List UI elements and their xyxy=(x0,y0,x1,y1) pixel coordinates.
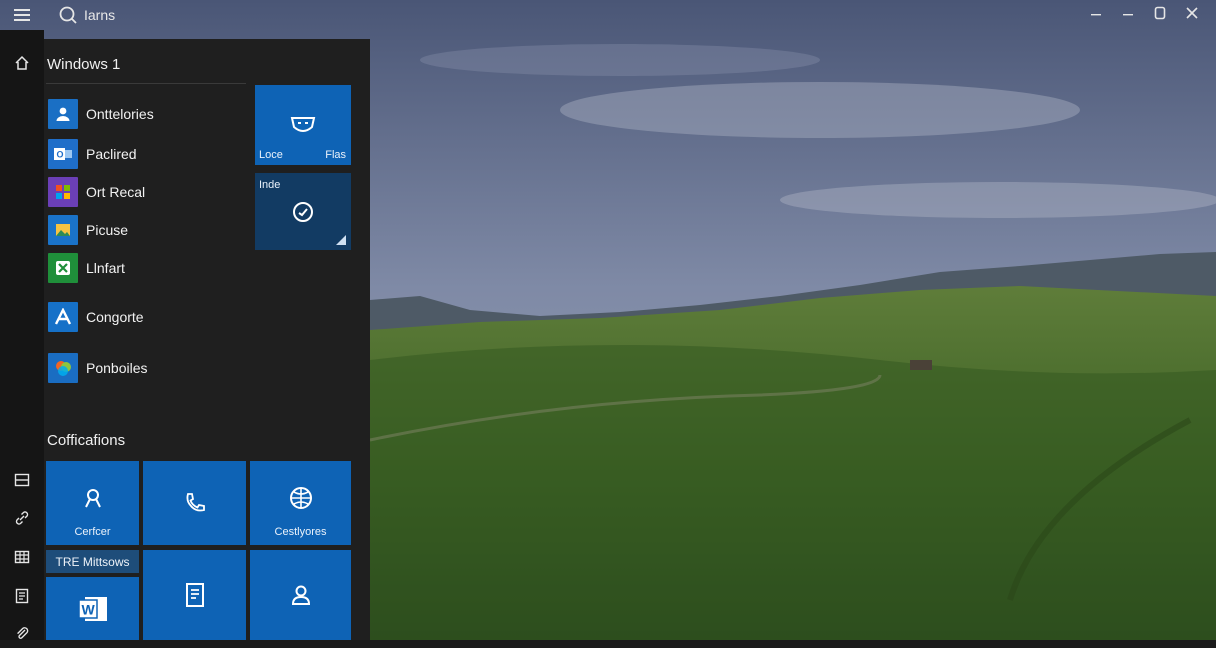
banner-label: TRE Mittsows xyxy=(46,550,139,573)
store-icon xyxy=(48,177,78,207)
tile-document[interactable] xyxy=(143,550,246,640)
svg-text:O: O xyxy=(57,150,64,160)
window-controls xyxy=(1080,0,1208,26)
section-divider xyxy=(46,83,246,84)
tile-phone[interactable] xyxy=(143,461,246,545)
attach-icon xyxy=(17,627,29,639)
photos-icon xyxy=(48,215,78,245)
app-label: Paclired xyxy=(86,146,137,162)
app-label: Picuse xyxy=(86,222,129,238)
section-title-bottom: Cofficafions xyxy=(47,432,126,449)
tile-label-left: Loce xyxy=(259,149,283,161)
app-item-onttelories[interactable]: Onttelories xyxy=(48,98,248,130)
list-icon xyxy=(14,473,30,487)
book-button[interactable] xyxy=(0,581,44,611)
app-item-llnfart[interactable]: Llnfart xyxy=(48,252,248,284)
tile-cerfcer[interactable]: Cerfcer xyxy=(46,461,139,545)
tile-label: Cestlyores xyxy=(274,526,327,538)
app-title-group: Iarns xyxy=(58,5,115,25)
people-icon xyxy=(81,486,105,510)
book-icon xyxy=(15,588,29,604)
tile-label-right: Flas xyxy=(325,149,346,161)
app-label: Llnfart xyxy=(86,260,125,276)
section-title-top: Windows 1 xyxy=(47,56,121,73)
tile-cestlyores[interactable]: Cestlyores xyxy=(250,461,351,545)
link-button[interactable] xyxy=(0,503,44,533)
attach-button[interactable] xyxy=(0,618,44,648)
outlook-icon: O xyxy=(48,139,78,169)
app-item-congorte[interactable]: Congorte xyxy=(48,301,248,333)
restore-icon xyxy=(1123,14,1133,16)
maximize-button[interactable] xyxy=(1144,1,1176,25)
globe-icon xyxy=(288,485,314,511)
app-item-picuse[interactable]: Picuse xyxy=(48,214,248,246)
list-button[interactable] xyxy=(0,465,44,495)
home-button[interactable] xyxy=(0,48,44,78)
grid-icon xyxy=(14,550,30,564)
tile-label: Cerfcer xyxy=(74,526,111,538)
app-item-ponboiles[interactable]: Ponboiles xyxy=(48,352,248,384)
tile-word[interactable]: W xyxy=(46,577,139,640)
person-icon xyxy=(48,99,78,129)
mask-icon xyxy=(290,115,316,135)
app-label: Onttelories xyxy=(86,106,154,122)
search-icon xyxy=(59,6,77,24)
xbox-icon xyxy=(48,253,78,283)
document-icon xyxy=(184,582,206,608)
hamburger-icon xyxy=(14,9,30,21)
store-a-icon xyxy=(48,302,78,332)
close-button[interactable] xyxy=(1176,1,1208,25)
contact-icon xyxy=(289,583,313,607)
app-label: Congorte xyxy=(86,309,144,325)
link-icon xyxy=(15,511,29,525)
sync-icon xyxy=(290,199,316,225)
tile-loce[interactable]: Loce Flas xyxy=(255,85,351,165)
title-bar: Iarns xyxy=(0,0,1216,30)
maps-icon xyxy=(48,353,78,383)
app-title: Iarns xyxy=(84,7,116,23)
maximize-icon xyxy=(1154,6,1166,20)
app-label: Ort Recal xyxy=(86,184,146,200)
grid-button[interactable] xyxy=(0,542,44,572)
phone-icon xyxy=(183,491,207,515)
tile-contact[interactable] xyxy=(250,550,351,640)
app-item-paclired[interactable]: O Paclired xyxy=(48,138,248,170)
tile-inde[interactable]: Inde xyxy=(255,173,351,250)
word-icon: W xyxy=(77,594,109,624)
app-label: Ponboiles xyxy=(86,360,148,376)
close-icon xyxy=(1186,7,1198,19)
svg-text:W: W xyxy=(81,601,95,617)
minimize-icon xyxy=(1091,14,1101,16)
hamburger-menu-button[interactable] xyxy=(0,0,44,30)
resize-corner-icon xyxy=(336,235,346,245)
start-panel: Windows 1 Onttelories O Paclired Ort Rec… xyxy=(44,39,370,640)
restore-button[interactable] xyxy=(1112,1,1144,25)
app-item-ort-recal[interactable]: Ort Recal xyxy=(48,176,248,208)
tile-label: Inde xyxy=(259,179,281,191)
left-rail xyxy=(0,30,44,640)
minimize-button[interactable] xyxy=(1080,1,1112,25)
home-icon xyxy=(15,55,29,70)
